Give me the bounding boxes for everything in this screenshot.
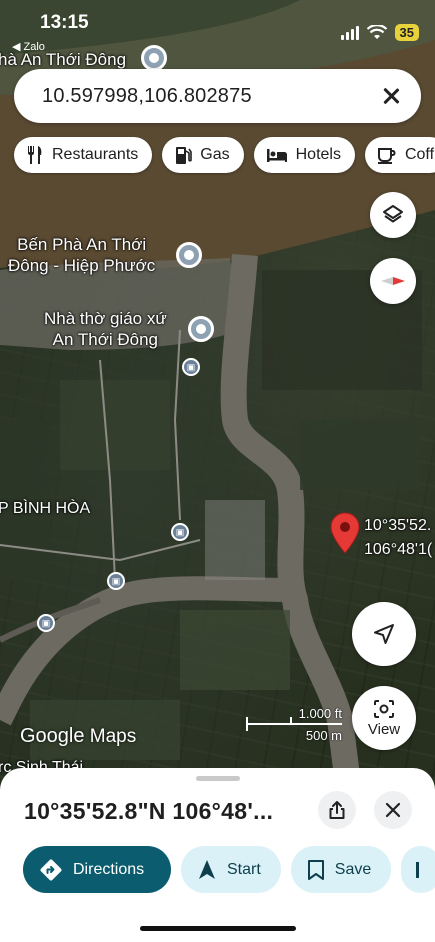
chip-label: Restaurants — [52, 146, 139, 163]
share-button[interactable] — [318, 791, 356, 829]
scale-bar — [246, 717, 342, 731]
close-sheet-button[interactable] — [374, 791, 412, 829]
bus-stop-icon[interactable]: ▣ — [182, 358, 200, 376]
marker-coordinates-label: 10°35'52. 106°48'1( — [364, 514, 432, 562]
share-icon — [329, 801, 345, 819]
map-label-church[interactable]: Nhà thờ giáo xứ An Thới Đông — [44, 308, 167, 350]
map-label-ferry[interactable]: Bến Phà An Thới Đông - Hiệp Phước — [8, 234, 155, 276]
compass-button[interactable] — [370, 258, 416, 304]
more-actions-button[interactable] — [401, 846, 435, 893]
coffee-icon — [377, 148, 396, 164]
ferry-pin-icon[interactable] — [176, 242, 202, 268]
scale-imperial: 1.000 ft — [298, 706, 342, 721]
gas-pump-icon — [176, 147, 193, 164]
status-indicators: 35 — [340, 24, 419, 41]
view-button-label: View — [367, 720, 401, 738]
camera-scan-icon — [374, 699, 394, 718]
home-indicator[interactable] — [140, 926, 296, 931]
save-button[interactable]: Save — [290, 846, 392, 893]
close-icon — [385, 802, 401, 818]
directions-button[interactable]: Directions — [23, 846, 171, 893]
directions-icon — [40, 859, 62, 880]
sheet-drag-handle[interactable] — [196, 776, 240, 781]
partial-action-icon — [416, 861, 420, 878]
chip-coffee[interactable]: Coff — [364, 137, 435, 173]
marker-lng: 106°48'1( — [364, 541, 433, 558]
place-pin-icon[interactable] — [141, 45, 167, 71]
cellular-signal-icon — [340, 25, 359, 40]
church-pin-icon[interactable] — [188, 316, 214, 342]
search-input[interactable]: 10.597998,106.802875 — [42, 85, 379, 108]
clear-search-icon[interactable] — [379, 84, 403, 108]
navigation-arrow-icon — [199, 859, 215, 879]
fork-knife-icon — [28, 146, 42, 164]
google-maps-logo: Google Maps — [20, 725, 136, 748]
layers-icon — [383, 205, 403, 223]
start-label: Start — [227, 860, 261, 878]
wifi-icon — [366, 25, 387, 39]
layers-button[interactable] — [370, 192, 416, 238]
map-label-area: P BÌNH HÒA — [0, 500, 91, 517]
maps-logo-word: Maps — [89, 726, 137, 747]
ferry-label-line2: Đông - Hiệp Phước — [8, 256, 156, 275]
chip-label: Coff — [404, 146, 435, 163]
marker-lat: 10°35'52. — [364, 517, 432, 534]
chip-hotels[interactable]: Hotels — [253, 137, 355, 173]
bookmark-icon — [307, 859, 324, 880]
status-time: 13:15 — [40, 12, 89, 33]
ferry-label-line1: Bến Phà An Thới — [17, 235, 147, 254]
street-view-button[interactable]: View — [352, 686, 416, 750]
chip-gas[interactable]: Gas — [162, 137, 244, 173]
chip-label: Gas — [200, 146, 230, 163]
church-label-line2: An Thới Đông — [52, 330, 159, 349]
location-marker-icon[interactable] — [330, 512, 360, 554]
my-location-button[interactable] — [352, 602, 416, 666]
search-bar[interactable]: 10.597998,106.802875 — [14, 69, 421, 123]
google-logo-word: Google — [20, 725, 85, 747]
bus-stop-icon[interactable]: ▣ — [171, 523, 189, 541]
church-label-line1: Nhà thờ giáo xứ — [44, 309, 167, 328]
sheet-action-buttons: Directions Start Save — [23, 846, 435, 893]
navigation-arrow-icon — [374, 624, 394, 644]
battery-level: 35 — [394, 24, 419, 41]
bus-stop-icon[interactable]: ▣ — [107, 572, 125, 590]
bed-icon — [266, 149, 287, 162]
start-button[interactable]: Start — [181, 846, 281, 893]
place-coordinates-title: 10°35'52.8"N 106°48'... — [24, 798, 274, 824]
save-label: Save — [334, 860, 372, 878]
chip-label: Hotels — [295, 146, 341, 163]
category-chips: Restaurants Gas Hotels Coff — [14, 137, 435, 173]
bus-stop-icon[interactable]: ▣ — [37, 614, 55, 632]
chip-restaurants[interactable]: Restaurants — [14, 137, 153, 173]
compass-icon — [381, 277, 405, 285]
map-label-top-place: hà An Thới Đông — [0, 50, 127, 69]
scale-metric: 500 m — [305, 728, 342, 743]
directions-label: Directions — [73, 860, 145, 878]
